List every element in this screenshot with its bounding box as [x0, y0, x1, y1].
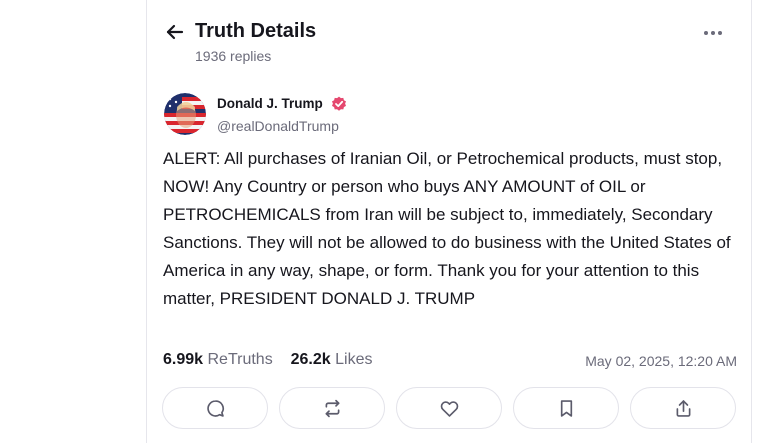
- avatar-image: [164, 93, 206, 135]
- header: Truth Details 1936 replies: [164, 18, 744, 66]
- author-handle[interactable]: @realDonaldTrump: [217, 118, 339, 134]
- reply-icon: [206, 399, 224, 417]
- page: Truth Details 1936 replies Donald J. Tru…: [0, 0, 782, 443]
- ellipsis-icon: [704, 31, 722, 35]
- likes-count[interactable]: 26.2k: [291, 351, 331, 368]
- replies-count: 1936 replies: [195, 48, 272, 64]
- verified-badge-icon: [331, 96, 347, 112]
- retruth-button[interactable]: [279, 387, 385, 429]
- avatar[interactable]: [164, 93, 206, 135]
- post-stats: 6.99k ReTruths 26.2k Likes: [163, 351, 372, 369]
- retruths-label[interactable]: ReTruths: [208, 351, 273, 368]
- heart-icon: [440, 400, 458, 417]
- retruth-icon: [325, 399, 339, 417]
- share-button[interactable]: [630, 387, 736, 429]
- more-options-button[interactable]: [702, 24, 724, 42]
- likes-label[interactable]: Likes: [335, 351, 372, 368]
- back-button[interactable]: [164, 21, 186, 43]
- post-timestamp: May 02, 2025, 12:20 AM: [585, 353, 737, 369]
- bookmark-button[interactable]: [513, 387, 619, 429]
- reply-button[interactable]: [162, 387, 268, 429]
- share-icon: [676, 399, 690, 417]
- page-title: Truth Details: [195, 20, 317, 42]
- arrow-left-icon: [166, 24, 184, 40]
- like-button[interactable]: [396, 387, 502, 429]
- bookmark-icon: [560, 399, 572, 417]
- author-name[interactable]: Donald J. Trump: [217, 96, 323, 111]
- retruths-count[interactable]: 6.99k: [163, 351, 203, 368]
- post-text: ALERT: All purchases of Iranian Oil, or …: [163, 149, 731, 308]
